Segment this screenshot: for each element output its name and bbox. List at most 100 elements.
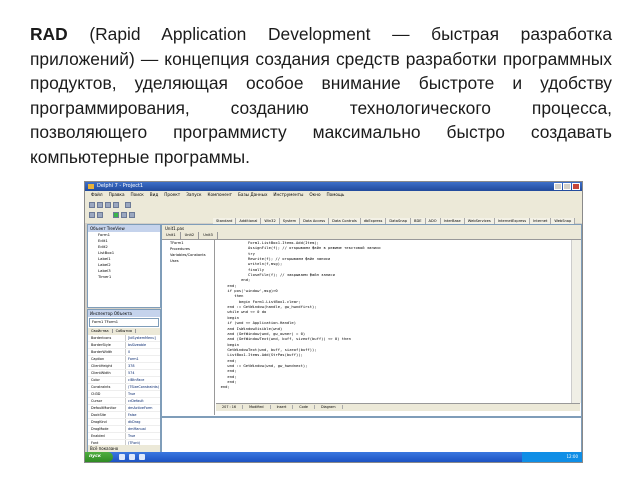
- property-row[interactable]: DockSite False: [88, 412, 160, 419]
- rad-term: RAD: [30, 24, 68, 44]
- tab-properties[interactable]: Свойства: [88, 329, 113, 333]
- code-explorer: TForm1 Procedures Variables/Constants Uses: [162, 240, 215, 415]
- ide-screenshot: Delphi 7 - Project1 Файл Правка Поиск Вид Пр…: [84, 181, 583, 463]
- property-value[interactable]: [biSystemMenu]: [126, 335, 156, 341]
- new-icon[interactable]: [89, 202, 95, 208]
- menu-item[interactable]: Базы Данных: [238, 191, 267, 199]
- open-project-icon[interactable]: [125, 202, 131, 208]
- code-line: end;: [216, 384, 230, 390]
- property-row[interactable]: Constraints (TSizeConstraints): [88, 384, 160, 391]
- property-name: BorderStyle: [88, 342, 126, 348]
- property-value[interactable]: True: [126, 433, 135, 439]
- code-area[interactable]: Form1.ListBox1.Items.Add(Item); AssignFi…: [216, 240, 568, 403]
- property-value[interactable]: dkDrag: [126, 419, 140, 425]
- menu-item[interactable]: Поиск: [131, 191, 144, 199]
- property-name: Caption: [88, 356, 126, 362]
- app-icon: [88, 184, 94, 189]
- inspector-header: Инспектор Объекта: [88, 310, 160, 317]
- property-name: Enabled: [88, 433, 126, 439]
- property-value[interactable]: False: [126, 412, 137, 418]
- property-row[interactable]: Enabled True: [88, 433, 160, 440]
- ide-toolbars: Standard Additional Win32 System Data Access…: [85, 199, 582, 238]
- tab-unit1[interactable]: Unit1: [162, 232, 181, 239]
- new-form-icon[interactable]: [97, 212, 103, 218]
- cursor-position: 207 : 16: [216, 405, 244, 409]
- property-value[interactable]: dmManual: [126, 426, 146, 432]
- property-value[interactable]: 0: [126, 349, 130, 355]
- menu-item[interactable]: Компонент: [208, 191, 233, 199]
- tree-item[interactable]: Timer1: [88, 274, 160, 280]
- menu-item[interactable]: Правка: [109, 191, 125, 199]
- property-row[interactable]: Ctl3D True: [88, 391, 160, 398]
- property-name: DockSite: [88, 412, 126, 418]
- explorer-item[interactable]: Uses: [162, 258, 214, 264]
- property-row[interactable]: BorderIcons [biSystemMenu]: [88, 335, 160, 342]
- menu-item[interactable]: Вид: [150, 191, 159, 199]
- run-icon[interactable]: [113, 212, 119, 218]
- property-name: ClientHeight: [88, 363, 126, 369]
- menu-item[interactable]: Окно: [309, 191, 320, 199]
- close-button[interactable]: [572, 183, 580, 190]
- property-name: DefaultMonitor: [88, 405, 126, 411]
- property-row[interactable]: ClientWidth 574: [88, 370, 160, 377]
- explorer-icon[interactable]: [129, 454, 135, 460]
- property-value[interactable]: True: [126, 391, 135, 397]
- property-name: DragKind: [88, 419, 126, 425]
- object-inspector: Инспектор Объекта Form1 TForm1 Свойства С…: [87, 309, 161, 453]
- property-row[interactable]: BorderStyle bsSizeable: [88, 342, 160, 349]
- menu-item[interactable]: Файл: [91, 191, 103, 199]
- start-button[interactable]: пуск: [85, 452, 113, 462]
- delphi-icon[interactable]: [139, 454, 145, 460]
- property-row[interactable]: Color clBtnFace: [88, 377, 160, 384]
- ide-title-bar: Delphi 7 - Project1: [85, 182, 582, 191]
- save-all-icon[interactable]: [113, 202, 119, 208]
- open-icon[interactable]: [97, 202, 103, 208]
- editor-status-bar: 207 : 16 Modified Insert Code Diagram: [216, 403, 580, 411]
- inspector-object-select[interactable]: Form1 TForm1: [89, 318, 159, 327]
- property-value[interactable]: 574: [126, 370, 134, 376]
- tab-unit3[interactable]: Unit3: [199, 232, 218, 239]
- property-row[interactable]: BorderWidth 0: [88, 349, 160, 356]
- menu-item[interactable]: Проект: [164, 191, 180, 199]
- pause-icon[interactable]: [121, 212, 127, 218]
- menu-item[interactable]: Помощь: [327, 191, 345, 199]
- save-icon[interactable]: [105, 202, 111, 208]
- property-row[interactable]: DragKind dkDrag: [88, 419, 160, 426]
- tab-unit2[interactable]: Unit2: [181, 232, 200, 239]
- code-tab[interactable]: Code: [293, 405, 315, 409]
- object-treeview: Объект TreeView Form1 Edit1 Edit2 ListBox1 L…: [87, 224, 161, 308]
- editor-scrollbar[interactable]: [571, 240, 581, 403]
- tab-events[interactable]: События: [112, 329, 136, 333]
- ide-title: Delphi 7 - Project1: [97, 183, 144, 189]
- property-value[interactable]: 378: [126, 363, 134, 369]
- messages-panel: [161, 417, 582, 453]
- property-row[interactable]: DragMode dmManual: [88, 426, 160, 433]
- property-value[interactable]: dmActiveForm: [126, 405, 152, 411]
- step-icon[interactable]: [129, 212, 135, 218]
- diagram-tab[interactable]: Diagram: [314, 405, 343, 409]
- property-name: BorderWidth: [88, 349, 126, 355]
- modified-flag: Modified: [243, 405, 271, 409]
- toggle-form-icon[interactable]: [89, 212, 95, 218]
- treeview-header: Объект TreeView: [88, 225, 160, 232]
- property-row[interactable]: DefaultMonitor dmActiveForm: [88, 405, 160, 412]
- property-row[interactable]: Cursor crDefault: [88, 398, 160, 405]
- menu-item[interactable]: Инструменты: [273, 191, 303, 199]
- system-tray-clock: 12:00: [522, 452, 582, 462]
- maximize-button[interactable]: [563, 183, 571, 190]
- property-value[interactable]: crDefault: [126, 398, 144, 404]
- windows-taskbar: пуск 12:00: [85, 452, 582, 462]
- property-name: ClientWidth: [88, 370, 126, 376]
- property-row[interactable]: Caption Form1: [88, 356, 160, 363]
- property-row[interactable]: ClientHeight 378: [88, 363, 160, 370]
- property-value[interactable]: (TSizeConstraints): [126, 384, 159, 390]
- minimize-button[interactable]: [554, 183, 562, 190]
- property-value[interactable]: bsSizeable: [126, 342, 146, 348]
- menu-item[interactable]: Запуск: [186, 191, 201, 199]
- ie-icon[interactable]: [119, 454, 125, 460]
- property-value[interactable]: Form1: [126, 356, 139, 362]
- rad-definition-paragraph: RAD (Rapid Application Development — быс…: [30, 22, 612, 170]
- insert-mode: Insert: [270, 405, 294, 409]
- property-name: Cursor: [88, 398, 126, 404]
- property-value[interactable]: clBtnFace: [126, 377, 144, 383]
